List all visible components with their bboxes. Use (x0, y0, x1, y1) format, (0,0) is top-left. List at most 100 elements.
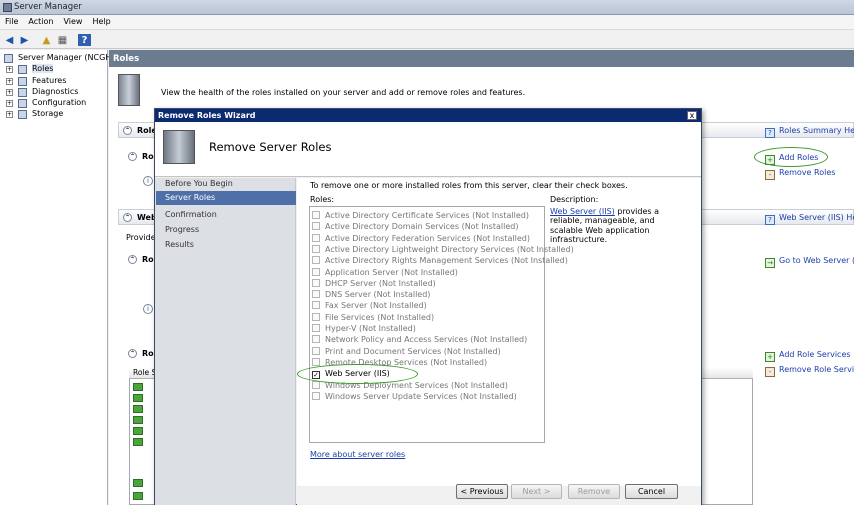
role-label: Hyper-V (Not Installed) (325, 324, 416, 333)
menu-action[interactable]: Action (23, 15, 58, 26)
collapse-icon[interactable]: ⌃ (128, 255, 137, 264)
menu-view[interactable]: View (58, 15, 87, 26)
collapse-icon[interactable]: ⌃ (128, 349, 137, 358)
role-checkbox-row[interactable]: Windows Server Update Services (Not Inst… (312, 391, 517, 403)
add-role-services-icon: + (765, 352, 775, 362)
role-label: Network Policy and Access Services (Not … (325, 335, 528, 345)
help-icon[interactable]: ? (78, 34, 91, 46)
collapse-icon[interactable]: ⌃ (128, 152, 137, 161)
unchecked-checkbox[interactable] (312, 391, 320, 400)
remove-role-services-link[interactable]: -Remove Role Services (765, 365, 854, 377)
role-label: DNS Server (Not Installed) (325, 290, 431, 300)
unchecked-checkbox[interactable] (312, 357, 320, 366)
close-icon[interactable]: x (687, 111, 697, 120)
provides-text: Provide (126, 233, 156, 242)
tree-item-diagnostics[interactable]: + Diagnostics (0, 87, 107, 98)
role-checkbox-row[interactable]: Active Directory Federation Services (No… (312, 233, 531, 245)
unchecked-checkbox[interactable] (312, 290, 320, 299)
show-hide-tree-icon[interactable]: ▦ (56, 34, 69, 46)
tree-item-configuration[interactable]: + Configuration (0, 98, 107, 109)
unchecked-checkbox[interactable] (312, 211, 320, 219)
role-checkbox-row[interactable]: Active Directory Domain Services (Not In… (312, 222, 518, 233)
tree-root-server-manager[interactable]: Server Manager (NCGHYP (0, 53, 121, 64)
unchecked-checkbox[interactable] (312, 346, 320, 355)
description-text: Web Server (IIS) provides a reliable, ma… (550, 207, 660, 245)
tree-item-features[interactable]: + Features (0, 76, 107, 87)
collapse-icon[interactable]: ⌃ (123, 213, 132, 222)
unchecked-checkbox[interactable] (312, 267, 320, 276)
go-to-web-server-link[interactable]: →Go to Web Server (IIS (765, 256, 854, 268)
expand-icon[interactable]: + (6, 88, 13, 96)
dialog-title-bar[interactable]: Remove Roles Wizard (155, 109, 701, 122)
collapse-icon[interactable]: ⌃ (123, 126, 132, 135)
role-checkbox-row[interactable]: Hyper-V (Not Installed) (312, 324, 416, 335)
menu-help[interactable]: Help (87, 15, 115, 26)
back-arrow-icon[interactable]: ◀ (3, 34, 16, 46)
expand-icon[interactable]: + (6, 77, 13, 85)
expand-icon[interactable]: + (6, 100, 13, 108)
role-label: Active Directory Federation Services (No… (325, 233, 531, 243)
role-label: Windows Server Update Services (Not Inst… (325, 391, 517, 401)
menu-file[interactable]: File (0, 15, 23, 26)
role-checkbox-row[interactable]: Active Directory Certificate Services (N… (312, 211, 529, 222)
tree-item-storage[interactable]: + Storage (0, 109, 107, 120)
dialog-title: Remove Roles Wizard (158, 111, 256, 120)
up-folder-icon[interactable]: ▲ (40, 34, 53, 46)
unchecked-checkbox[interactable] (312, 335, 320, 344)
info-icon: i (143, 176, 153, 186)
unchecked-checkbox[interactable] (312, 278, 320, 287)
storage-icon (18, 110, 27, 120)
unchecked-checkbox[interactable] (312, 324, 320, 332)
unchecked-checkbox[interactable] (312, 233, 320, 242)
role-service-installed-icon (133, 427, 143, 435)
remove-roles-link[interactable]: - Remove Roles (765, 168, 835, 180)
roles-intro-text: View the health of the roles installed o… (161, 88, 526, 97)
expand-icon[interactable]: + (6, 111, 13, 119)
web-server-description-link[interactable]: Web Server (IIS) (550, 207, 615, 216)
role-service-installed-icon (133, 438, 143, 446)
window-title: Server Manager (14, 2, 82, 12)
role-checkbox-row[interactable]: File Services (Not Installed) (312, 312, 435, 324)
roles-label: Roles: (310, 195, 335, 204)
role-checkbox-row[interactable]: DHCP Server (Not Installed) (312, 278, 436, 290)
role-status-subsection-title[interactable]: ⌃ Rol (124, 255, 156, 264)
roles-subsection-title[interactable]: ⌃ Rol (124, 152, 156, 161)
cancel-button[interactable]: Cancel (625, 484, 678, 499)
unchecked-checkbox[interactable] (312, 301, 320, 310)
role-checkbox-row[interactable]: Active Directory Lightweight Directory S… (312, 244, 574, 256)
roles-icon (18, 65, 27, 75)
roles-summary-help-link[interactable]: ?Roles Summary Help (765, 126, 854, 138)
previous-button[interactable]: < Previous (456, 484, 508, 499)
remove-roles-icon: - (765, 170, 775, 180)
more-about-server-roles-link[interactable]: More about server roles (310, 450, 405, 459)
role-service-installed-icon (133, 416, 143, 424)
unchecked-checkbox[interactable] (312, 244, 320, 253)
wizard-step-server-roles[interactable]: Server Roles (156, 191, 296, 205)
unchecked-checkbox[interactable] (312, 256, 320, 265)
role-service-installed-icon (133, 383, 143, 391)
unchecked-checkbox[interactable] (312, 312, 320, 321)
role-checkbox-row[interactable]: Print and Document Services (Not Install… (312, 346, 501, 358)
info-icon: i (143, 304, 153, 314)
remove-button[interactable]: Remove (568, 484, 620, 499)
forward-arrow-icon[interactable]: ▶ (18, 34, 31, 46)
role-label: Print and Document Services (Not Install… (325, 346, 501, 356)
tree-item-roles[interactable]: + Roles (0, 64, 107, 75)
next-button[interactable]: Next > (511, 484, 562, 499)
role-checkbox-row[interactable]: Application Server (Not Installed) (312, 267, 458, 279)
expand-icon[interactable]: + (6, 66, 13, 74)
role-checkbox-row[interactable]: DNS Server (Not Installed) (312, 290, 430, 301)
role-checkbox-row[interactable]: Active Directory Rights Management Servi… (312, 256, 568, 267)
role-label: Fax Server (Not Installed) (325, 301, 427, 311)
unchecked-checkbox[interactable] (312, 222, 320, 231)
role-services-subsection-title[interactable]: ⌃ Rol (124, 349, 156, 358)
role-checkbox-row[interactable]: Fax Server (Not Installed) (312, 301, 427, 312)
role-label: Active Directory Domain Services (Not In… (325, 222, 519, 232)
go-to-icon: → (765, 258, 775, 268)
role-checkbox-row[interactable]: Network Policy and Access Services (Not … (312, 335, 527, 346)
role-label: File Services (Not Installed) (325, 312, 435, 322)
wizard-step-before-you-begin[interactable]: Before You Begin (165, 179, 233, 188)
add-role-services-link[interactable]: + Add Role Services (765, 350, 851, 362)
remove-role-services-icon: - (765, 367, 775, 377)
web-server-help-link[interactable]: ?Web Server (IIS) Help (765, 213, 854, 225)
